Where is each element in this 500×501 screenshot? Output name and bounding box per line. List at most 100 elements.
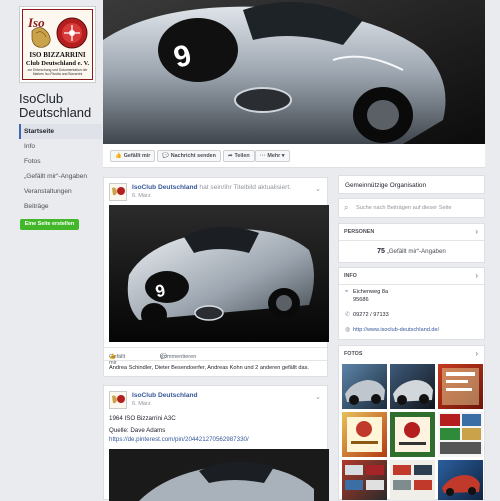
photo-collage-image (440, 414, 481, 454)
info-website[interactable]: ◍ http://www.isoclub-deutschland.de/ (345, 326, 439, 333)
photo-flyer-image (347, 417, 382, 452)
logo-line3: zur Erforschung und Dokumentation der Ma… (27, 68, 88, 76)
share-arrow-icon: ➦ (228, 153, 233, 159)
people-chevron-icon[interactable]: › (475, 227, 478, 236)
photo-car-image (393, 380, 433, 405)
divider (339, 284, 484, 285)
photo-flyer-image (442, 368, 479, 405)
chevron-down-icon: ▾ (280, 153, 285, 159)
page-title[interactable]: IsoClub Deutschland (19, 92, 101, 120)
post-options-chevron-icon[interactable]: ⌄ (315, 393, 321, 401)
post-author-avatar[interactable] (109, 391, 127, 409)
photo-car-image (393, 465, 432, 490)
avatar-logo-icon (110, 392, 126, 408)
post-options-chevron-icon[interactable]: ⌄ (315, 185, 321, 193)
post-text-title: 1964 ISO Bizzarrini A3C (109, 415, 176, 422)
nav-item-posts[interactable]: Beiträge (19, 199, 102, 214)
photo-thumbnail[interactable] (342, 412, 387, 457)
info-address[interactable]: ⌖ Eichenweg 8a (345, 289, 388, 296)
info-card: INFO › ⌖ Eichenweg 8a 95686 ✆ 09272 / 9713… (338, 267, 485, 340)
nav-item-info[interactable]: Info (19, 139, 102, 154)
category-card: Gemeinnützige Organisation (338, 175, 485, 194)
more-label: Mehr (267, 153, 281, 159)
post-car-image (109, 449, 329, 501)
post-car-image: 9 (109, 205, 329, 342)
photo-thumbnail[interactable] (390, 412, 435, 457)
info-header[interactable]: INFO (344, 273, 357, 279)
photo-car-image (442, 475, 480, 496)
logo-line2: Club Deutschland e. V. (25, 60, 90, 67)
avatar-logo-icon (110, 184, 126, 200)
search-input[interactable]: Suche nach Beiträgen auf dieser Seite (356, 205, 451, 211)
photo-car-image (345, 465, 384, 490)
likes-count: 75 (377, 248, 385, 255)
ellipsis-icon: ··· (260, 153, 266, 159)
info-chevron-icon[interactable]: › (475, 271, 478, 280)
post-header: IsoClub Deutschland hat sein/ihr Titelbi… (132, 184, 291, 191)
logo-emblem-icon: Iso (27, 15, 88, 49)
post-date[interactable]: 6. März (132, 193, 151, 199)
left-column: Iso ISO BIZZARRINI Club Deutschland e. V… (0, 0, 103, 500)
photo-thumbnail[interactable] (342, 364, 387, 409)
post-image[interactable] (109, 449, 329, 501)
page-category[interactable]: Gemeinnützige Organisation (345, 182, 426, 189)
people-header[interactable]: PERSONEN (344, 229, 374, 235)
share-button[interactable]: ➦ Teilen (223, 150, 255, 162)
nav-item-events[interactable]: Veranstaltungen (19, 184, 102, 199)
post-actions: 👍 Gefällt mir 💬 Kommentieren (104, 347, 327, 366)
post-likes-summary[interactable]: Andrea Schindler, Dieter Besendoerfer, A… (109, 365, 309, 371)
page-nav: Startseite Info Fotos „Gefällt mir“-Anga… (19, 124, 102, 214)
chat-bubble-icon: 💬 (162, 153, 169, 159)
post-text-source: Quelle: Dave Adams (109, 427, 166, 434)
divider (339, 240, 484, 241)
people-card: PERSONEN › 75 „Gefällt mir“-Angaben (338, 223, 485, 263)
likes-count-label: „Gefällt mir“-Angaben (386, 248, 446, 255)
post-cover-update: IsoClub Deutschland hat sein/ihr Titelbi… (103, 177, 329, 377)
post-date[interactable]: 6. März (132, 401, 151, 407)
post-action-text: hat sein/ihr Titelbild aktualisiert. (199, 184, 292, 191)
post-header: IsoClub Deutschland (132, 392, 198, 399)
post-image[interactable]: 9 (109, 205, 329, 342)
address-zip: 95686 (353, 297, 369, 303)
nav-item-photos[interactable]: Fotos (19, 154, 102, 169)
photo-thumbnail[interactable] (438, 460, 483, 500)
map-pin-icon: ⌖ (345, 289, 349, 295)
post-link[interactable]: https://de.pinterest.com/pin/20442127056… (109, 436, 249, 443)
photos-card: FOTOS › (338, 345, 485, 500)
post-author-avatar[interactable] (109, 183, 127, 201)
website-link: http://www.isoclub-deutschland.de/ (353, 327, 440, 333)
page-post-search[interactable]: ⌕ Suche nach Beiträgen auf dieser Seite (338, 198, 485, 218)
cover-photo[interactable]: 9 (103, 0, 485, 144)
photo-thumbnail[interactable] (390, 460, 435, 500)
photos-header[interactable]: FOTOS (344, 351, 362, 357)
photo-thumbnail[interactable] (438, 364, 483, 409)
page-profile-picture[interactable]: Iso ISO BIZZARRINI Club Deutschland e. V… (19, 6, 96, 83)
share-label: Teilen (234, 153, 250, 159)
photo-thumbnail[interactable] (390, 364, 435, 409)
likes-count-row[interactable]: 75 „Gefällt mir“-Angaben (339, 248, 484, 255)
thumbs-up-icon: 👍 (115, 153, 122, 159)
globe-icon: ◍ (345, 327, 351, 333)
message-label: Nachricht senden (170, 153, 216, 159)
post-author-link[interactable]: IsoClub Deutschland (132, 392, 198, 399)
photo-thumbnail[interactable] (438, 412, 483, 457)
create-page-button[interactable]: Eine Seite erstellen (20, 219, 79, 230)
post-author-link[interactable]: IsoClub Deutschland (132, 184, 198, 191)
address-street: Eichenweg 8a (353, 289, 389, 295)
more-button[interactable]: ··· Mehr ▾ (255, 150, 290, 162)
info-phone[interactable]: ✆ 09272 / 97133 (345, 311, 389, 318)
post-comment-label: Kommentieren (160, 354, 197, 360)
phone-number: 09272 / 97133 (353, 312, 389, 318)
phone-icon: ✆ (345, 312, 351, 318)
search-icon: ⌕ (344, 203, 349, 212)
photo-thumbnail[interactable] (342, 460, 387, 500)
photo-flyer-image (395, 417, 430, 452)
send-message-button[interactable]: 💬 Nachricht senden (157, 150, 221, 162)
like-page-button[interactable]: 👍 Gefällt mir (110, 150, 156, 162)
nav-item-likes[interactable]: „Gefällt mir“-Angaben (19, 169, 102, 184)
post-photo-share: IsoClub Deutschland 6. März ⌄ 1964 ISO B… (103, 385, 329, 501)
photos-chevron-icon[interactable]: › (475, 349, 478, 358)
nav-item-home[interactable]: Startseite (19, 124, 102, 139)
photo-car-image (345, 380, 385, 405)
page-action-bar: 👍 Gefällt mir 💬 Nachricht senden ➦ Teilen ·… (103, 144, 485, 168)
